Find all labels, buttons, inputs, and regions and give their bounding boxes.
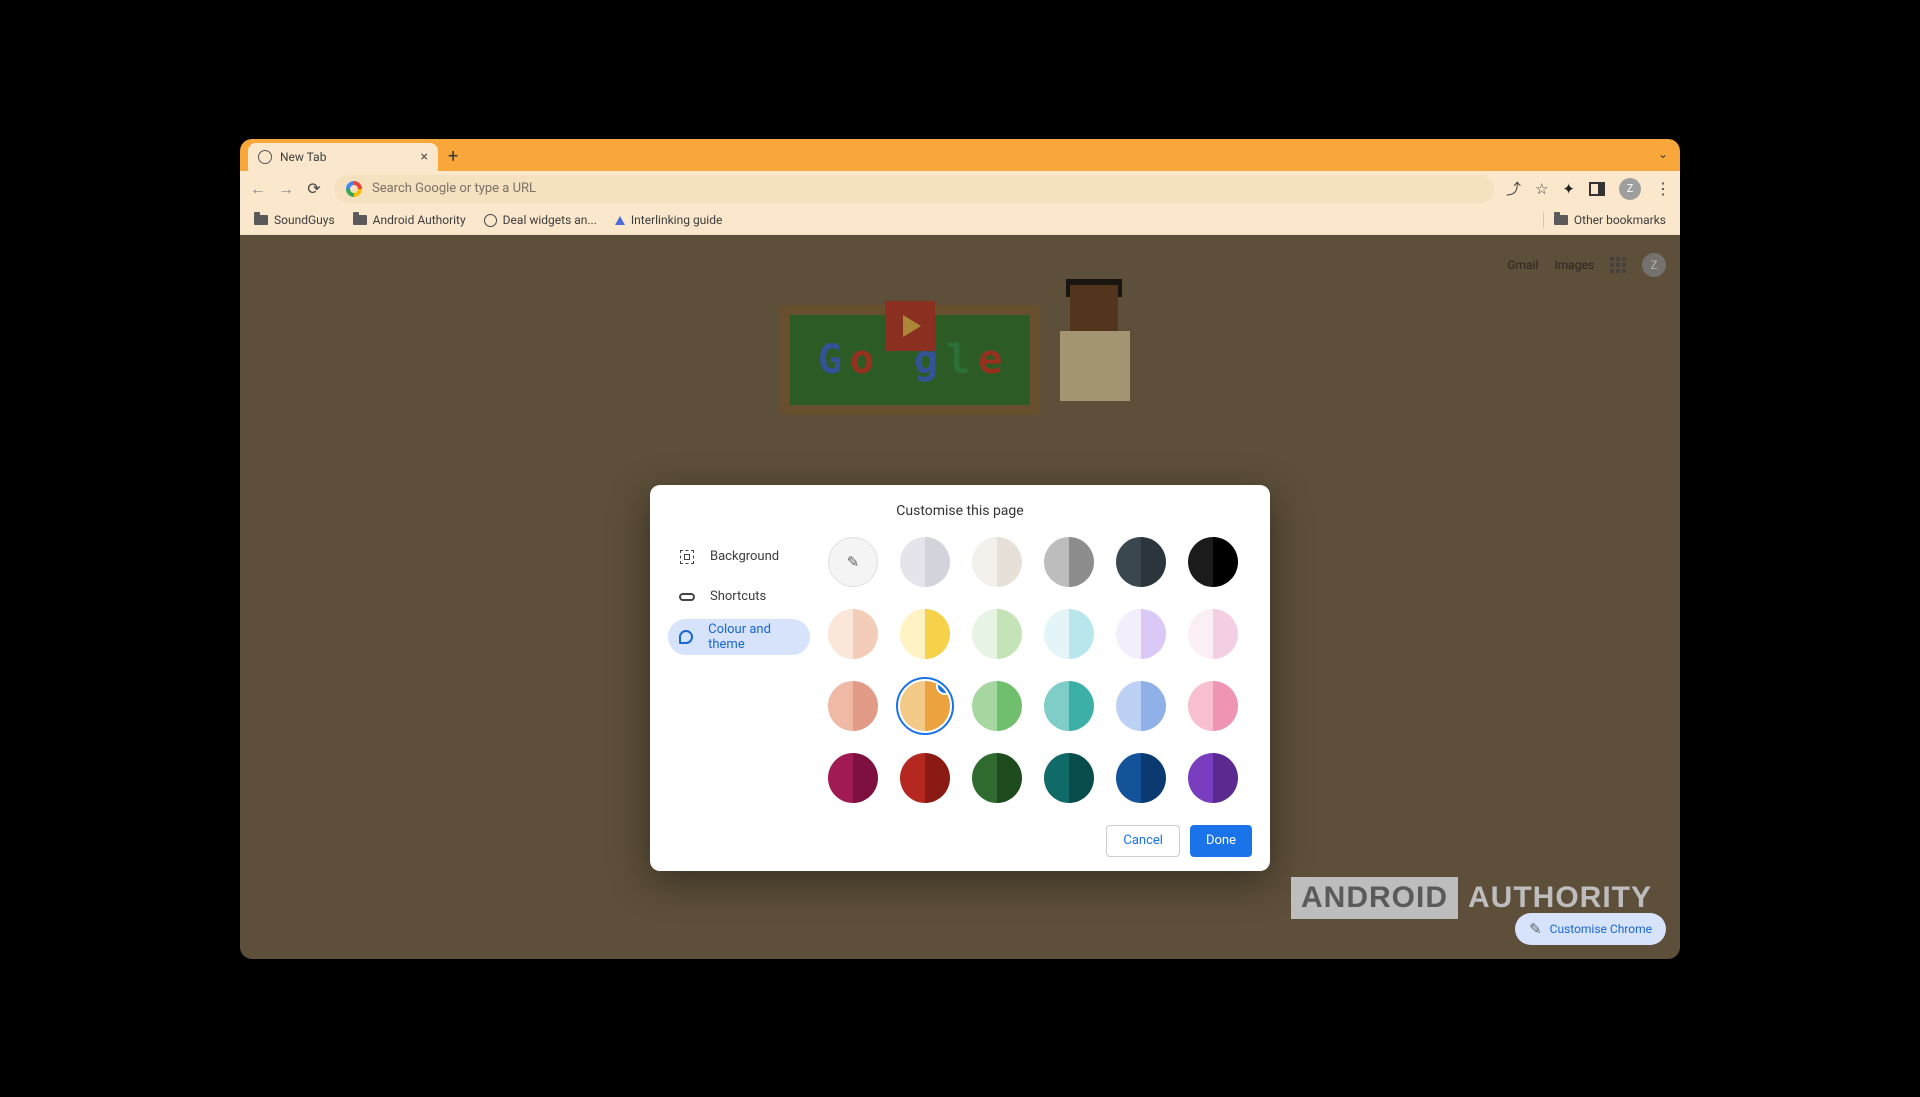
colour-swatch[interactable] — [1188, 753, 1238, 803]
sidebar-item-background[interactable]: Background — [668, 539, 810, 575]
colour-swatch[interactable] — [972, 753, 1022, 803]
colour-swatch[interactable] — [1116, 537, 1166, 587]
extensions-icon[interactable] — [1562, 180, 1575, 198]
colour-swatch[interactable] — [828, 681, 878, 731]
profile-avatar[interactable]: Z — [1619, 178, 1641, 200]
menu-kebab-icon[interactable]: ⋮ — [1655, 179, 1670, 198]
colour-swatch-grid: ✓ — [828, 537, 1250, 803]
bookmark-label: SoundGuys — [274, 213, 335, 227]
forward-button[interactable]: → — [278, 179, 294, 199]
close-tab-icon[interactable]: × — [421, 149, 428, 165]
bookmark-label: Interlinking guide — [631, 213, 722, 227]
colour-swatch[interactable] — [1044, 609, 1094, 659]
colour-swatch[interactable] — [972, 681, 1022, 731]
tab-strip: New Tab × + ⌄ — [240, 139, 1680, 171]
toolbar-actions: Z ⋮ — [1506, 178, 1670, 200]
omnibox-placeholder: Search Google or type a URL — [372, 181, 536, 196]
bookmark-star-icon[interactable] — [1535, 180, 1548, 198]
sidebar-label: Colour and theme — [708, 622, 800, 652]
sidebar-label: Background — [710, 549, 779, 564]
bookmarks-bar: SoundGuys Android Authority Deal widgets a… — [240, 207, 1680, 235]
colour-swatch[interactable] — [1188, 537, 1238, 587]
google-g-icon — [346, 181, 362, 197]
site-icon — [615, 216, 625, 225]
colour-swatch[interactable] — [972, 609, 1022, 659]
other-bookmarks-label: Other bookmarks — [1574, 213, 1666, 227]
cancel-button[interactable]: Cancel — [1106, 825, 1180, 857]
reload-button[interactable]: ⟳ — [306, 179, 322, 198]
share-icon[interactable] — [1506, 178, 1521, 199]
colour-swatch[interactable] — [1188, 681, 1238, 731]
colour-swatch[interactable]: ✓ — [900, 681, 950, 731]
folder-icon — [353, 215, 367, 225]
colour-swatch[interactable] — [1116, 681, 1166, 731]
other-bookmarks[interactable]: Other bookmarks — [1554, 213, 1666, 227]
dialog-main: ✓ — [820, 533, 1270, 807]
bookmark-item[interactable]: SoundGuys — [254, 213, 335, 227]
divider-icon — [1543, 212, 1544, 228]
colour-swatch[interactable] — [1044, 753, 1094, 803]
colour-swatch[interactable] — [900, 609, 950, 659]
tab-favicon-icon — [258, 150, 272, 164]
colour-swatch[interactable] — [900, 753, 950, 803]
toolbar: ← → ⟳ Search Google or type a URL Z ⋮ — [240, 171, 1680, 207]
pencil-icon — [847, 552, 860, 571]
bookmark-label: Android Authority — [373, 213, 466, 227]
dialog-sidebar: Background Shortcuts Colour and theme — [650, 533, 820, 807]
colour-swatch[interactable] — [1044, 681, 1094, 731]
pencil-icon — [1529, 920, 1542, 938]
new-tab-button[interactable]: + — [448, 143, 458, 171]
sidebar-item-shortcuts[interactable]: Shortcuts — [668, 579, 810, 615]
colour-swatch[interactable] — [828, 609, 878, 659]
omnibox[interactable]: Search Google or type a URL — [334, 175, 1494, 203]
side-panel-icon[interactable] — [1589, 182, 1605, 196]
bookmark-item[interactable]: Android Authority — [353, 213, 466, 227]
tab-search-icon[interactable]: ⌄ — [1658, 147, 1668, 161]
colour-swatch[interactable] — [1044, 537, 1094, 587]
customise-chrome-button[interactable]: Customise Chrome — [1515, 913, 1666, 945]
bookmark-item[interactable]: Interlinking guide — [615, 213, 722, 227]
customise-label: Customise Chrome — [1550, 922, 1652, 936]
bookmark-label: Deal widgets an... — [503, 213, 597, 227]
sidebar-label: Shortcuts — [710, 589, 766, 604]
tab-title: New Tab — [280, 150, 326, 164]
colour-swatch[interactable] — [1116, 609, 1166, 659]
background-icon — [678, 548, 696, 566]
globe-icon — [484, 214, 497, 227]
done-button[interactable]: Done — [1190, 825, 1252, 857]
tab-new-tab[interactable]: New Tab × — [248, 143, 438, 171]
colour-swatch-custom[interactable] — [828, 537, 878, 587]
link-icon — [678, 588, 696, 606]
customise-dialog: Customise this page Background Shortcuts… — [650, 485, 1270, 871]
ntp-content: Gmail Images Z Go gle Customise this pag… — [240, 235, 1680, 959]
dialog-title: Customise this page — [650, 485, 1270, 533]
palette-icon — [678, 628, 694, 646]
back-button[interactable]: ← — [250, 179, 266, 199]
dialog-actions: Cancel Done — [650, 807, 1270, 857]
colour-swatch[interactable] — [1188, 609, 1238, 659]
folder-icon — [1554, 215, 1568, 225]
bookmark-item[interactable]: Deal widgets an... — [484, 213, 597, 227]
colour-swatch[interactable] — [972, 537, 1022, 587]
colour-swatch[interactable] — [1116, 753, 1166, 803]
colour-swatch[interactable] — [828, 753, 878, 803]
browser-window: New Tab × + ⌄ ← → ⟳ Search Google or typ… — [240, 139, 1680, 959]
colour-swatch[interactable] — [900, 537, 950, 587]
folder-icon — [254, 215, 268, 225]
sidebar-item-colour[interactable]: Colour and theme — [668, 619, 810, 655]
